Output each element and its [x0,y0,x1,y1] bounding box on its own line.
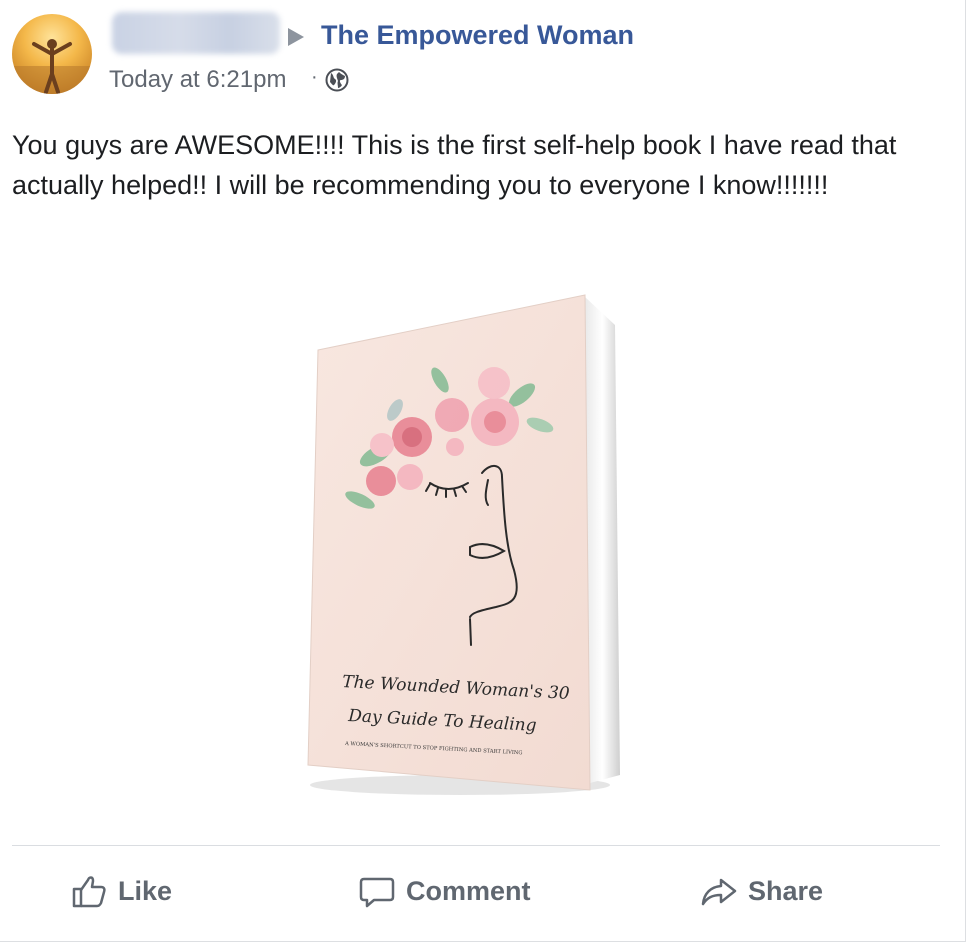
post-text: You guys are AWESOME!!!! This is the fir… [12,130,897,200]
thumbs-up-icon [72,876,106,908]
globe-icon[interactable] [325,68,349,92]
comment-label: Comment [406,875,531,906]
meta-separator: · [311,66,318,88]
facebook-post: The Empowered Woman Today at 6:21pm · Yo… [0,0,966,942]
like-button[interactable]: Like [70,866,172,916]
page-name-link[interactable]: The Empowered Woman [321,20,634,51]
share-button[interactable]: Share [700,866,823,916]
action-divider [12,845,940,846]
comment-button[interactable]: Comment [358,866,531,916]
book-cover-image[interactable]: The Wounded Woman's 30 Day Guide To Heal… [290,285,630,810]
blurred-user-name [112,12,280,54]
avatar-image [12,39,92,94]
share-arrow-icon [701,878,737,906]
like-label: Like [118,875,173,906]
avatar[interactable] [12,14,92,94]
comment-icon [359,877,395,908]
shared-to-arrow-icon [288,28,304,46]
share-label: Share [748,875,824,906]
post-timestamp[interactable]: Today at 6:21pm [109,66,286,94]
